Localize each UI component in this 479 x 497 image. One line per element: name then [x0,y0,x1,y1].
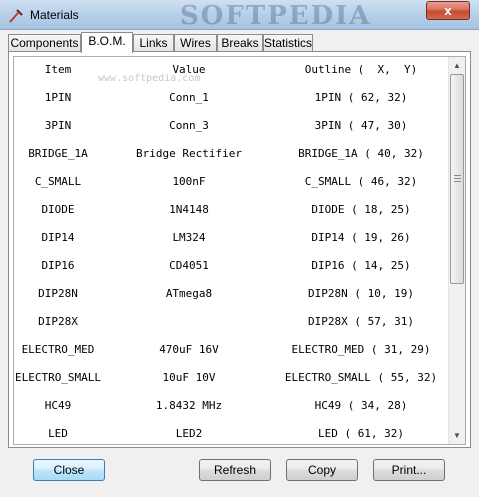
table-row[interactable]: HC49 1.8432 MHz HC49 ( 34, 28) [14,397,450,425]
grip-line [454,181,461,182]
grip-line [454,175,461,176]
row-item: ELECTRO_MED [21,343,95,356]
tab-breaks[interactable]: Breaks [217,34,263,52]
row-value: 1.8432 MHz [155,399,223,412]
tab-wires[interactable]: Wires [174,34,217,52]
vertical-scrollbar[interactable]: ▲ ▼ [448,57,465,444]
scroll-thumb[interactable] [450,74,464,284]
bom-panel: Item Value Outline ( X, Y) www.softpedia… [8,51,471,448]
row-item: BRIDGE_1A [28,147,88,160]
table-row[interactable]: C_SMALL 100nF C_SMALL ( 46, 32) [14,173,450,201]
refresh-button[interactable]: Refresh [199,459,271,481]
row-outline: DIP16 ( 14, 25) [311,259,411,272]
table-row[interactable]: DIP28N ATmega8 DIP28N ( 10, 19) [14,285,450,313]
row-value: ATmega8 [165,287,213,300]
row-value: 10uF 10V [162,371,216,384]
table-row[interactable]: LED LED2 LED ( 61, 32) [14,425,450,444]
table-row[interactable]: ELECTRO_MED 470uF 16V ELECTRO_MED ( 31, … [14,341,450,369]
table-row[interactable]: BRIDGE_1A Bridge Rectifier BRIDGE_1A ( 4… [14,145,450,173]
row-item: 3PIN [44,119,72,132]
tab-links[interactable]: Links [133,34,174,52]
tab-bom[interactable]: B.O.M. [81,32,133,53]
scroll-down-icon[interactable]: ▼ [449,427,465,444]
table-row[interactable]: DIP14 LM324 DIP14 ( 19, 26) [14,229,450,257]
row-outline: BRIDGE_1A ( 40, 32) [298,147,424,160]
table-row[interactable]: 3PIN Conn_3 3PIN ( 47, 30) [14,117,450,145]
row-item: DIP28X [38,315,78,328]
row-outline: DIP28N ( 10, 19) [308,287,414,300]
bom-header-row: Item Value Outline ( X, Y) www.softpedia… [14,61,450,89]
grip-line [454,178,461,179]
row-value: 1N4148 [169,203,209,216]
row-item: LED [48,427,68,440]
header-item: Item [44,63,72,76]
row-value: Bridge Rectifier [136,147,242,160]
window-title: Materials [30,8,79,22]
row-value: LM324 [172,231,206,244]
close-window-button[interactable]: x [426,1,470,20]
row-value: Conn_1 [169,91,209,104]
row-value: Conn_3 [169,119,209,132]
row-item: HC49 [44,399,72,412]
table-row[interactable]: DIP16 CD4051 DIP16 ( 14, 25) [14,257,450,285]
row-item: DIP16 [41,259,75,272]
scroll-up-icon[interactable]: ▲ [449,57,465,74]
row-outline: 1PIN ( 62, 32) [314,91,408,104]
table-row[interactable]: 1PIN Conn_1 1PIN ( 62, 32) [14,89,450,117]
row-outline: DIP28X ( 57, 31) [308,315,414,328]
header-outline: Outline ( X, Y) [304,63,418,76]
softpedia-url-watermark: www.softpedia.com [98,73,201,84]
row-outline: C_SMALL ( 46, 32) [304,175,418,188]
row-value: 470uF 16V [159,343,219,356]
row-value: CD4051 [169,259,209,272]
softpedia-watermark: SOFTPEDIA [180,1,372,31]
table-row[interactable]: DIP28X DIP28X ( 57, 31) [14,313,450,341]
row-item: C_SMALL [34,175,82,188]
row-value: 100nF [172,175,206,188]
row-item: 1PIN [44,91,72,104]
row-outline: HC49 ( 34, 28) [314,399,408,412]
tab-components[interactable]: Components [8,34,81,52]
title-bar: Materials SOFTPEDIA x [0,0,479,31]
row-item: DIP28N [38,287,78,300]
row-value: LED2 [175,427,203,440]
row-item: DIP14 [41,231,75,244]
table-row[interactable]: ELECTRO_SMALL 10uF 10V ELECTRO_SMALL ( 5… [14,369,450,397]
row-outline: LED ( 61, 32) [317,427,405,440]
row-outline: DIP14 ( 19, 26) [311,231,411,244]
row-item: DIODE [41,203,75,216]
bom-list[interactable]: Item Value Outline ( X, Y) www.softpedia… [13,56,466,445]
pin-icon [9,9,23,23]
close-button[interactable]: Close [33,459,105,481]
row-outline: ELECTRO_SMALL ( 55, 32) [284,371,438,384]
row-outline: DIODE ( 18, 25) [311,203,411,216]
table-row[interactable]: DIODE 1N4148 DIODE ( 18, 25) [14,201,450,229]
row-outline: 3PIN ( 47, 30) [314,119,408,132]
print-button[interactable]: Print... [373,459,445,481]
tab-statistics[interactable]: Statistics [263,34,313,52]
row-outline: ELECTRO_MED ( 31, 29) [291,343,431,356]
copy-button[interactable]: Copy [286,459,358,481]
row-item: ELECTRO_SMALL [14,371,102,384]
